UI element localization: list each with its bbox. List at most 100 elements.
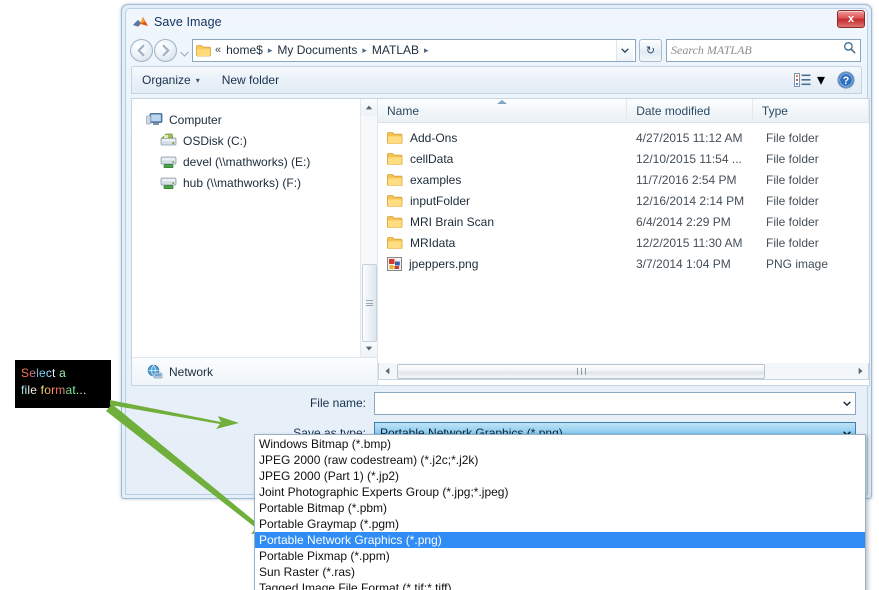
dropdown-option-pgm[interactable]: Portable Graymap (*.pgm) xyxy=(255,516,865,532)
file-date-cell: 3/7/2014 1:04 PM xyxy=(636,256,731,271)
table-row[interactable]: inputFolder 12/16/2014 2:14 PM File fold… xyxy=(378,190,869,211)
grip-icon xyxy=(365,299,373,308)
file-name-cell[interactable]: cellData xyxy=(378,152,636,166)
nav-scroll-track[interactable] xyxy=(361,116,378,342)
network-drive-icon xyxy=(160,154,177,169)
address-bar: « home$ ▸ My Documents ▸ MATLAB ▸ ↻ Sear… xyxy=(126,35,867,65)
matlab-membrane-icon xyxy=(132,14,149,30)
folder-icon xyxy=(387,152,403,166)
annotation-line-2: file format... xyxy=(15,382,111,399)
grip-icon xyxy=(575,367,587,375)
file-list-header: Name Date modified Type xyxy=(378,99,869,123)
dialog-inner: Save Image x « home$ ▸ My Documents ▸ MA… xyxy=(125,8,870,495)
breadcrumb-overflow-icon[interactable]: « xyxy=(215,44,221,56)
nav-item-hub-drive[interactable]: hub (\\mathworks) (F:) xyxy=(132,172,377,193)
nav-vertical-scrollbar[interactable] xyxy=(360,99,377,357)
file-name-label: cellData xyxy=(410,151,454,166)
scroll-down-icon[interactable] xyxy=(360,340,377,357)
network-globe-icon xyxy=(146,364,163,379)
chevron-down-icon[interactable] xyxy=(838,393,855,414)
view-layout-icon[interactable] xyxy=(794,73,811,87)
nav-item-network[interactable]: Network xyxy=(132,357,377,385)
horizontal-scroll-thumb[interactable] xyxy=(397,363,765,379)
new-folder-button[interactable]: New folder xyxy=(222,73,279,87)
folder-icon xyxy=(387,131,403,145)
organize-button[interactable]: Organize ▾ xyxy=(142,73,200,87)
file-type-cell: File folder xyxy=(766,130,819,145)
dropdown-option-j2c[interactable]: JPEG 2000 (raw codestream) (*.j2c;*.j2k) xyxy=(255,452,865,468)
scroll-up-icon[interactable] xyxy=(360,99,377,116)
table-row[interactable]: cellData 12/10/2015 11:54 ... File folde… xyxy=(378,148,869,169)
file-name-cell[interactable]: jpeppers.png xyxy=(378,257,636,271)
file-type-cell: File folder xyxy=(766,151,819,166)
nav-item-label: hub (\\mathworks) (F:) xyxy=(183,175,302,190)
view-chevron-down-icon[interactable]: ▾ xyxy=(817,70,825,90)
breadcrumb[interactable]: « home$ ▸ My Documents ▸ MATLAB ▸ xyxy=(192,38,636,62)
table-row[interactable]: MRI Brain Scan 6/4/2014 2:29 PM File fol… xyxy=(378,211,869,232)
nav-item-osdisk[interactable]: OSDisk (C:) xyxy=(132,130,377,151)
dropdown-option-ppm[interactable]: Portable Pixmap (*.ppm) xyxy=(255,548,865,564)
help-icon[interactable]: ? xyxy=(837,71,855,89)
file-date-cell: 4/27/2015 11:12 AM xyxy=(636,130,743,145)
dropdown-option-bmp[interactable]: Windows Bitmap (*.bmp) xyxy=(255,436,865,452)
column-header-name[interactable]: Name xyxy=(378,99,628,122)
dropdown-option-ras[interactable]: Sun Raster (*.ras) xyxy=(255,564,865,580)
dropdown-option-png[interactable]: Portable Network Graphics (*.png) xyxy=(255,532,865,548)
file-name-cell[interactable]: examples xyxy=(378,173,636,187)
file-name-label: MRI Brain Scan xyxy=(410,214,495,229)
title-bar[interactable]: Save Image x xyxy=(126,9,867,35)
nav-footer-label: Network xyxy=(169,364,214,379)
table-row[interactable]: examples 11/7/2016 2:54 PM File folder xyxy=(378,169,869,190)
back-arrow-icon[interactable] xyxy=(130,38,153,62)
annotation-callout: Select a file format... xyxy=(15,360,111,408)
file-type-cell: File folder xyxy=(766,214,819,229)
recent-locations-chevron-down-icon[interactable] xyxy=(178,39,190,62)
scroll-right-icon[interactable] xyxy=(852,364,868,379)
file-list-pane: Name Date modified Type Add-Ons 4/27/201… xyxy=(378,99,869,385)
column-header-type[interactable]: Type xyxy=(753,99,869,122)
search-box[interactable]: Search MATLAB xyxy=(666,38,861,62)
file-name-cell[interactable]: MRIdata xyxy=(378,236,636,250)
file-name-cell[interactable]: inputFolder xyxy=(378,194,636,208)
forward-arrow-icon[interactable] xyxy=(154,38,177,62)
horizontal-scroll-track[interactable] xyxy=(395,363,852,379)
close-icon[interactable]: x xyxy=(837,10,865,28)
dropdown-option-pbm[interactable]: Portable Bitmap (*.pbm) xyxy=(255,500,865,516)
breadcrumb-item-my-documents[interactable]: My Documents xyxy=(276,43,358,57)
navigation-tree: Computer OSDisk (C:) devel (\\mathworks)… xyxy=(132,99,377,357)
computer-icon xyxy=(146,112,163,127)
file-name-cell[interactable]: MRI Brain Scan xyxy=(378,215,636,229)
table-row[interactable]: jpeppers.png 3/7/2014 1:04 PM PNG image xyxy=(378,253,869,274)
file-name-cell[interactable]: Add-Ons xyxy=(378,131,636,145)
file-name-input[interactable] xyxy=(374,391,856,415)
file-name-label: inputFolder xyxy=(410,193,471,208)
file-list-horizontal-scrollbar[interactable] xyxy=(378,363,869,380)
nav-item-devel-drive[interactable]: devel (\\mathworks) (E:) xyxy=(132,151,377,172)
save-image-dialog: Save Image x « home$ ▸ My Documents ▸ MA… xyxy=(121,4,872,499)
table-row[interactable]: MRIdata 12/2/2015 11:30 AM File folder xyxy=(378,232,869,253)
breadcrumb-separator-icon: ▸ xyxy=(362,44,367,55)
scroll-left-icon[interactable] xyxy=(379,364,395,379)
file-name-label: File name: xyxy=(309,396,366,410)
save-as-type-dropdown-list[interactable]: Windows Bitmap (*.bmp) JPEG 2000 (raw co… xyxy=(254,434,866,590)
organize-label: Organize xyxy=(142,73,191,87)
file-date-cell: 6/4/2014 2:29 PM xyxy=(636,214,731,229)
file-name-label: MRIdata xyxy=(410,235,456,250)
breadcrumb-chevron-down-icon[interactable] xyxy=(616,39,633,61)
dropdown-option-tiff[interactable]: Tagged Image File Format (*.tif;*.tiff) xyxy=(255,580,865,590)
nav-item-label: devel (\\mathworks) (E:) xyxy=(183,154,311,169)
refresh-icon[interactable]: ↻ xyxy=(639,38,662,62)
harddisk-icon xyxy=(160,133,177,148)
dropdown-option-jpg[interactable]: Joint Photographic Experts Group (*.jpg;… xyxy=(255,484,865,500)
sort-ascending-icon xyxy=(497,100,508,104)
folder-icon xyxy=(387,236,403,250)
breadcrumb-item-home[interactable]: home$ xyxy=(225,43,264,57)
table-row[interactable]: Add-Ons 4/27/2015 11:12 AM File folder xyxy=(378,127,869,148)
breadcrumb-item-matlab[interactable]: MATLAB xyxy=(371,43,420,57)
nav-item-computer[interactable]: Computer xyxy=(132,109,377,130)
column-header-label: Type xyxy=(761,103,788,118)
nav-scroll-thumb[interactable] xyxy=(361,264,377,342)
search-input[interactable]: Search MATLAB xyxy=(671,43,843,58)
column-header-date-modified[interactable]: Date modified xyxy=(627,99,753,122)
dropdown-option-jp2[interactable]: JPEG 2000 (Part 1) (*.jp2) xyxy=(255,468,865,484)
